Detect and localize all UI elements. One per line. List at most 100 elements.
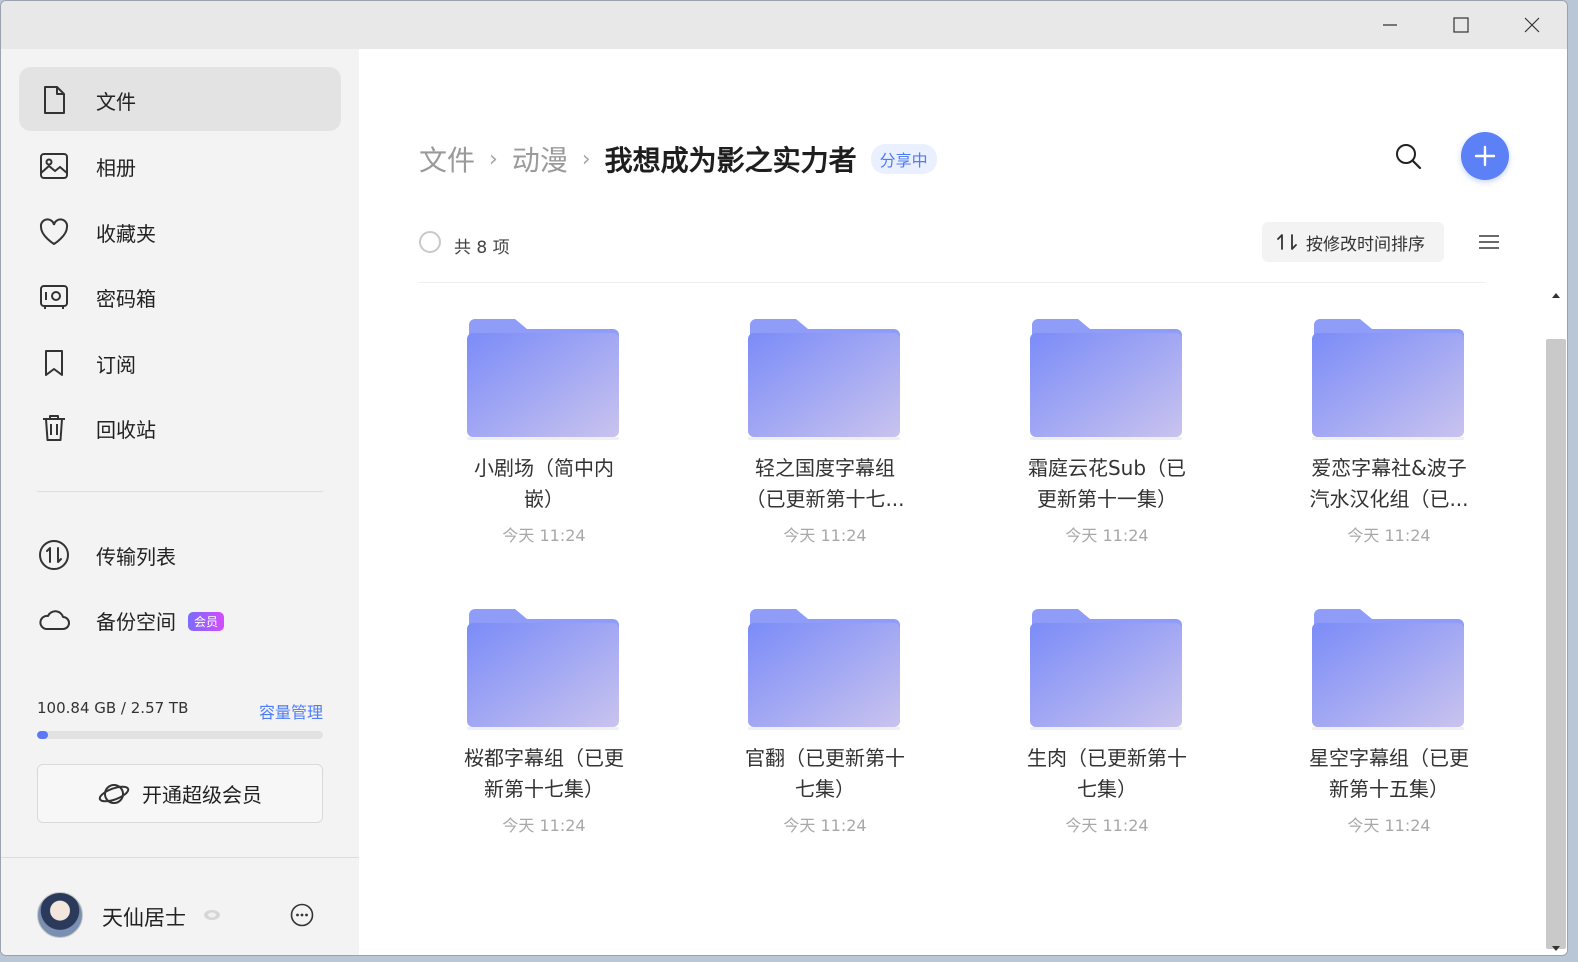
folder-name: 轻之国度字幕组 （已更新第十七... (710, 453, 940, 515)
sidebar-item-transfer[interactable]: 传输列表 (19, 522, 341, 586)
sidebar-item-label: 相册 (96, 156, 136, 180)
folder-name-line: 霜庭云花Sub（已 (1027, 456, 1187, 480)
sidebar-item-subscribe[interactable]: 订阅 (19, 330, 341, 394)
plus-icon (1474, 145, 1496, 167)
folder-name: 霜庭云花Sub（已 更新第十一集） (992, 453, 1222, 515)
sidebar: 文件 相册 收藏夹 密码箱 订阅 回收站 传输列表 备份空间 会员 100.84… (1, 49, 359, 955)
folder-modified-time: 今天 11:24 (1347, 526, 1431, 545)
close-button[interactable] (1497, 1, 1567, 49)
folder-icon (748, 609, 900, 730)
file-grid: 小剧场（简中内 嵌） 今天 11:24 轻之国度字幕组 （已更新第十七... 今天 11:… (419, 282, 1485, 955)
level-badge-icon (204, 910, 220, 920)
scroll-up-icon[interactable] (1551, 290, 1561, 300)
maximize-icon (1453, 17, 1469, 33)
storage-progress-bar (37, 731, 323, 739)
sidebar-item-trash[interactable]: 回收站 (19, 395, 341, 459)
scroll-down-icon[interactable] (1551, 944, 1561, 954)
storage-progress-fill (37, 731, 48, 739)
folder-name-line: 七集） (1077, 777, 1137, 801)
select-all-checkbox[interactable] (419, 231, 441, 253)
folder-icon (1312, 609, 1464, 730)
folder-name-line: 新第十七集） (484, 777, 604, 801)
sidebar-divider (37, 491, 323, 492)
chevron-right-icon: › (489, 146, 498, 172)
user-bar: 天仙居士 (1, 857, 359, 955)
folder-icon (1030, 319, 1182, 440)
folder-name-line: 官翻（已更新第十 (745, 746, 905, 770)
member-badge: 会员 (188, 612, 225, 631)
safe-icon (40, 285, 68, 309)
folder-name-line: 星空字幕组（已更 (1309, 746, 1469, 770)
folder-name-line: 桜都字幕组（已更 (464, 746, 624, 770)
folder-modified-time: 今天 11:24 (502, 526, 586, 545)
folder-name-line: 生肉（已更新第十 (1027, 746, 1187, 770)
sidebar-item-favorites[interactable]: 收藏夹 (19, 199, 341, 263)
cloud-icon (39, 610, 70, 630)
sidebar-item-backup[interactable]: 备份空间 会员 (19, 587, 341, 651)
sidebar-item-label: 收藏夹 (96, 222, 156, 246)
folder-modified-time: 今天 11:24 (1065, 816, 1149, 835)
username: 天仙居士 (102, 906, 186, 930)
folder-icon (467, 609, 619, 730)
folder-name: 生肉（已更新第十 七集） (992, 743, 1222, 805)
storage-manage-link[interactable]: 容量管理 (259, 699, 323, 723)
folder-name: 小剧场（简中内 嵌） (429, 453, 659, 515)
folder-name-line: 小剧场（简中内 (474, 456, 614, 480)
chevron-right-icon: › (581, 146, 591, 172)
folder-name-line: 嵌） (524, 487, 564, 511)
folder-modified-time: 今天 11:24 (783, 816, 867, 835)
main-panel: 文件 › 动漫 › 我想成为影之实力者 分享中 共 8 项 按修改时间排序 小剧… (359, 49, 1567, 955)
add-button[interactable] (1461, 132, 1509, 180)
maximize-button[interactable] (1426, 1, 1496, 49)
sort-button[interactable]: 按修改时间排序 (1262, 222, 1444, 262)
file-icon (44, 86, 65, 114)
heart-icon (39, 218, 69, 246)
app-window: 文件 相册 收藏夹 密码箱 订阅 回收站 传输列表 备份空间 会员 100.84… (0, 0, 1568, 956)
folder-modified-time: 今天 11:24 (502, 816, 586, 835)
share-status-badge[interactable]: 分享中 (870, 144, 937, 174)
list-view-icon[interactable] (1477, 232, 1501, 252)
folder-item[interactable]: 轻之国度字幕组 （已更新第十七... 今天 11:24 (700, 283, 950, 545)
more-options-icon[interactable] (290, 903, 314, 927)
folder-item[interactable]: 生肉（已更新第十 七集） 今天 11:24 (982, 563, 1232, 835)
folder-modified-time: 今天 11:24 (1347, 816, 1431, 835)
sidebar-item-album[interactable]: 相册 (19, 133, 341, 197)
folder-name-line: 更新第十一集） (1037, 487, 1177, 511)
sidebar-item-safe[interactable]: 密码箱 (19, 264, 341, 328)
folder-item[interactable]: 星空字幕组（已更 新第十五集） 今天 11:24 (1264, 563, 1485, 835)
folder-name-line: 汽水汉化组（已... (1309, 487, 1469, 511)
sidebar-item-label: 订阅 (96, 353, 136, 377)
folder-modified-time: 今天 11:24 (1065, 526, 1149, 545)
search-icon[interactable] (1393, 141, 1423, 171)
storage-usage: 100.84 GB / 2.57 TB (37, 699, 189, 717)
minimize-button[interactable] (1355, 1, 1425, 49)
transfer-icon (39, 540, 69, 570)
sidebar-item-label-wrap: 备份空间 会员 (96, 606, 225, 635)
breadcrumb-item[interactable]: 动漫 (512, 139, 568, 179)
folder-name: 官翻（已更新第十 七集） (710, 743, 940, 805)
minimize-icon (1383, 24, 1397, 26)
scrollbar-thumb[interactable] (1546, 339, 1566, 949)
folder-name: 桜都字幕组（已更 新第十七集） (429, 743, 659, 805)
folder-item[interactable]: 爱恋字幕社&波子 汽水汉化组（已... 今天 11:24 (1264, 283, 1485, 545)
item-count: 共 8 项 (454, 238, 510, 258)
folder-name-line: 轻之国度字幕组 (755, 456, 895, 480)
sort-label: 按修改时间排序 (1306, 234, 1425, 255)
avatar[interactable] (37, 892, 83, 938)
folder-item[interactable]: 霜庭云花Sub（已 更新第十一集） 今天 11:24 (982, 283, 1232, 545)
folder-item[interactable]: 官翻（已更新第十 七集） 今天 11:24 (700, 563, 950, 835)
sidebar-item-files[interactable]: 文件 (19, 67, 341, 131)
upgrade-vip-button[interactable]: 开通超级会员 (37, 764, 323, 823)
folder-item[interactable]: 桜都字幕组（已更 新第十七集） 今天 11:24 (419, 563, 669, 835)
page-title: 我想成为影之实力者 (604, 144, 857, 177)
folder-icon (1030, 609, 1182, 730)
breadcrumb: 文件 › 动漫 › 我想成为影之实力者 分享中 (419, 139, 937, 179)
folder-name-line: 七集） (795, 777, 855, 801)
sort-icon (1277, 234, 1297, 250)
scrollbar[interactable] (1546, 284, 1566, 955)
bookmark-icon (45, 350, 63, 376)
upgrade-vip-label: 开通超级会员 (142, 783, 262, 807)
folder-item[interactable]: 小剧场（简中内 嵌） 今天 11:24 (419, 283, 669, 545)
folder-icon (467, 319, 619, 440)
breadcrumb-item[interactable]: 文件 (419, 139, 475, 179)
